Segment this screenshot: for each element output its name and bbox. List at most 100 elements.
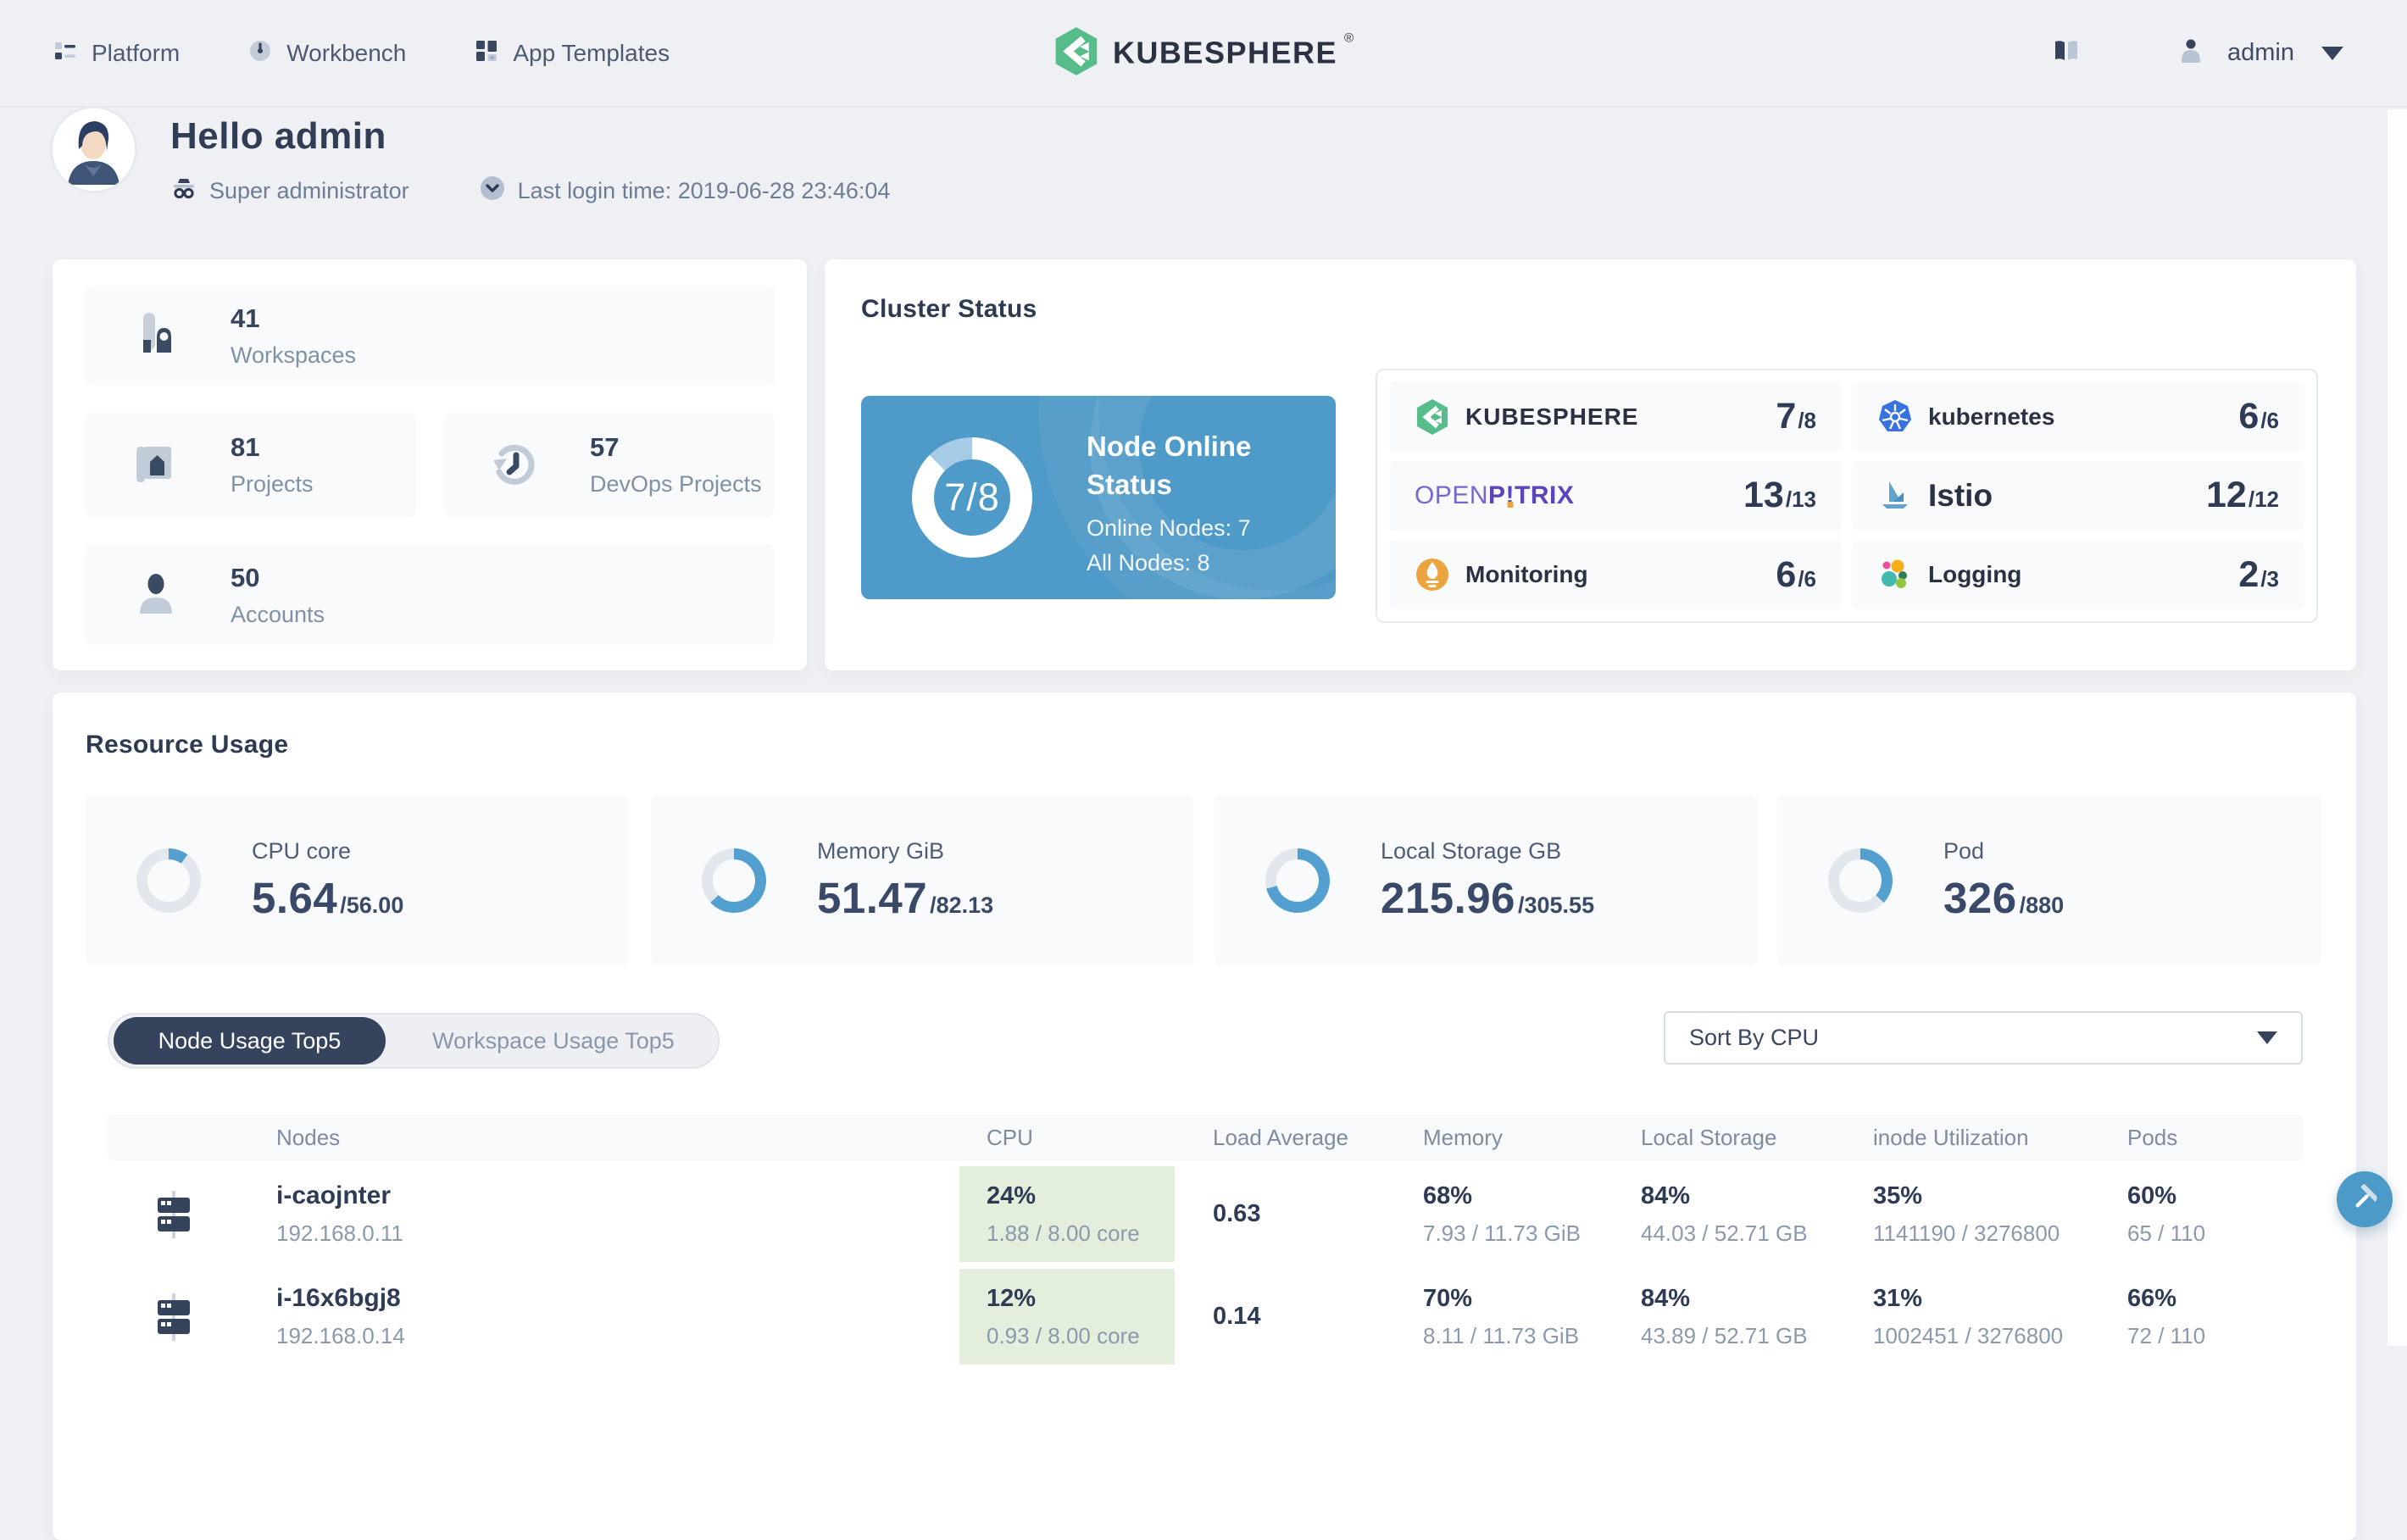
metric-label: CPU core — [252, 837, 352, 864]
node-online-title: Node Online Status — [1087, 431, 1252, 500]
service-value: 13 — [1743, 475, 1784, 516]
role-icon — [170, 175, 197, 207]
logo-registered-mark: ® — [1344, 31, 1354, 45]
stat-devops[interactable]: 57 DevOps Projects — [444, 413, 775, 517]
storage-donut — [1265, 848, 1330, 913]
workspaces-icon — [129, 309, 183, 363]
service-logging: Logging 2/3 — [1852, 540, 2304, 609]
service-istio: Istio 12/12 — [1852, 461, 2304, 531]
metric-total: /56.00 — [340, 892, 404, 918]
metric-used: 215.96 — [1381, 873, 1515, 922]
stat-accounts[interactable]: 50 Accounts — [85, 545, 775, 645]
service-value: 12 — [2206, 475, 2247, 516]
kubesphere-logo[interactable]: KUBESPHERE ® — [1053, 25, 1354, 81]
table-row[interactable]: i-caojnter 192.168.0.11 24% 1.88 / 8.00 … — [108, 1166, 2303, 1262]
load-cell: 0.14 — [1213, 1303, 1261, 1330]
metric-used: 5.64 — [252, 873, 338, 922]
istio-icon — [1877, 478, 1913, 514]
cluster-services-grid: KUBESPHERE 7/8 kubernetes 6/6 OPENP!TRIX… — [1376, 369, 2318, 623]
service-value: 2 — [2238, 553, 2260, 595]
nav-item-workbench[interactable]: Workbench — [247, 38, 406, 68]
openpitrix-wordmark: OPENP!TRIX — [1415, 481, 1575, 509]
usage-tabs: Node Usage Top5 Workspace Usage Top5 — [108, 1013, 720, 1069]
kubesphere-logo-icon — [1053, 25, 1099, 81]
col-nodes: Nodes — [276, 1124, 341, 1150]
storage-cell: 84% 43.89 / 52.71 GB — [1641, 1284, 1808, 1348]
top-nav: Platform Workbench App Templates KUBESPH… — [0, 0, 2407, 108]
role-badge: Super administrator — [170, 175, 409, 207]
service-value: 6 — [1776, 553, 1797, 595]
pods-cell: 66% 72 / 110 — [2127, 1284, 2206, 1348]
col-local-storage: Local Storage — [1641, 1124, 1777, 1150]
kubesphere-service-icon — [1415, 398, 1450, 435]
node-icon — [149, 1290, 198, 1344]
resource-usage-card: Resource Usage CPU core 5.64/56.00 Memor… — [53, 692, 2356, 1540]
nav-item-platform[interactable]: Platform — [53, 38, 180, 68]
service-total: /6 — [2260, 408, 2279, 434]
kubernetes-icon — [1877, 399, 1913, 435]
docs-book-icon[interactable] — [2052, 38, 2081, 68]
stat-projects[interactable]: 81 Projects — [85, 413, 416, 517]
col-pods: Pods — [2127, 1124, 2178, 1150]
service-total: /13 — [1785, 486, 1816, 513]
metric-label: Local Storage GB — [1381, 837, 1562, 864]
metric-pod: Pod 326/880 — [1777, 795, 2321, 965]
last-login-label: Last login time: 2019-06-28 23:46:04 — [517, 178, 891, 203]
node-online-ratio: 7/8 — [944, 475, 1000, 519]
logging-icon — [1877, 557, 1913, 592]
node-online-donut: 7/8 — [912, 437, 1032, 558]
inode-cell: 31% 1002451 / 3276800 — [1873, 1284, 2064, 1348]
node-ip: 192.168.0.14 — [276, 1323, 405, 1348]
service-total: /12 — [2248, 486, 2279, 513]
resource-usage-title: Resource Usage — [86, 731, 289, 759]
all-nodes-label: All Nodes: 8 — [1087, 550, 1210, 576]
node-ip: 192.168.0.11 — [276, 1220, 403, 1246]
metric-used: 51.47 — [817, 873, 928, 922]
stats-card: 41 Workspaces 81 Projects 57 DevOps Proj… — [53, 259, 807, 670]
accounts-label: Accounts — [231, 601, 325, 627]
service-value: 7 — [1776, 396, 1797, 437]
avatar[interactable] — [53, 108, 135, 191]
user-menu[interactable]: admin — [2178, 37, 2343, 69]
service-kubernetes: kubernetes 6/6 — [1852, 382, 2304, 452]
metric-label: Memory GiB — [817, 837, 945, 864]
metric-cpu: CPU core 5.64/56.00 — [86, 795, 629, 965]
username-label: admin — [2227, 39, 2294, 66]
service-openpitrix: OPENP!TRIX 13/13 — [1389, 461, 1842, 531]
table-header-row: Nodes CPU Load Average Memory Local Stor… — [108, 1115, 2303, 1160]
workspaces-count: 41 — [231, 303, 260, 333]
nav-item-label: Platform — [92, 39, 181, 66]
metric-memory: Memory GiB 51.47/82.13 — [651, 795, 1194, 965]
devops-projects-icon — [488, 438, 542, 492]
service-total: /3 — [2260, 565, 2279, 592]
scrollbar[interactable] — [2387, 109, 2407, 1346]
cpu-cell: 24% 1.88 / 8.00 core — [959, 1166, 1175, 1262]
greeting-header: Hello admin Super administrator Last log… — [53, 108, 890, 208]
nav-item-app-templates[interactable]: App Templates — [474, 38, 670, 68]
devops-label: DevOps Projects — [590, 471, 762, 497]
cluster-status-card: Cluster Status 7/8 Node Online Status On… — [825, 259, 2356, 670]
sort-by-dropdown[interactable]: Sort By CPU — [1664, 1011, 2303, 1065]
chevron-down-icon — [2321, 46, 2343, 60]
monitoring-prometheus-icon — [1415, 557, 1450, 592]
role-label: Super administrator — [209, 178, 409, 203]
hammer-icon — [2349, 1182, 2381, 1217]
memory-cell: 68% 7.93 / 11.73 GiB — [1423, 1181, 1581, 1246]
service-kubesphere: KUBESPHERE 7/8 — [1389, 382, 1842, 452]
node-icon — [149, 1187, 198, 1242]
metric-used: 326 — [1943, 873, 2017, 922]
tab-node-usage-top5[interactable]: Node Usage Top5 — [114, 1017, 386, 1065]
pods-cell: 60% 65 / 110 — [2127, 1181, 2206, 1246]
node-name[interactable]: i-caojnter — [276, 1181, 403, 1210]
devops-count: 57 — [590, 432, 620, 462]
col-memory: Memory — [1423, 1124, 1503, 1150]
tab-workspace-usage-top5[interactable]: Workspace Usage Top5 — [386, 1028, 721, 1054]
stat-workspaces[interactable]: 41 Workspaces — [85, 286, 775, 386]
memory-donut — [702, 848, 766, 913]
table-row[interactable]: i-16x6bgj8 192.168.0.14 12% 0.93 / 8.00 … — [108, 1269, 2303, 1365]
service-name: Istio — [1928, 477, 1993, 513]
node-name[interactable]: i-16x6bgj8 — [276, 1284, 405, 1313]
platform-icon — [53, 38, 78, 68]
inode-cell: 35% 1141190 / 3276800 — [1873, 1181, 2060, 1246]
toolbox-fab-button[interactable] — [2337, 1171, 2393, 1227]
